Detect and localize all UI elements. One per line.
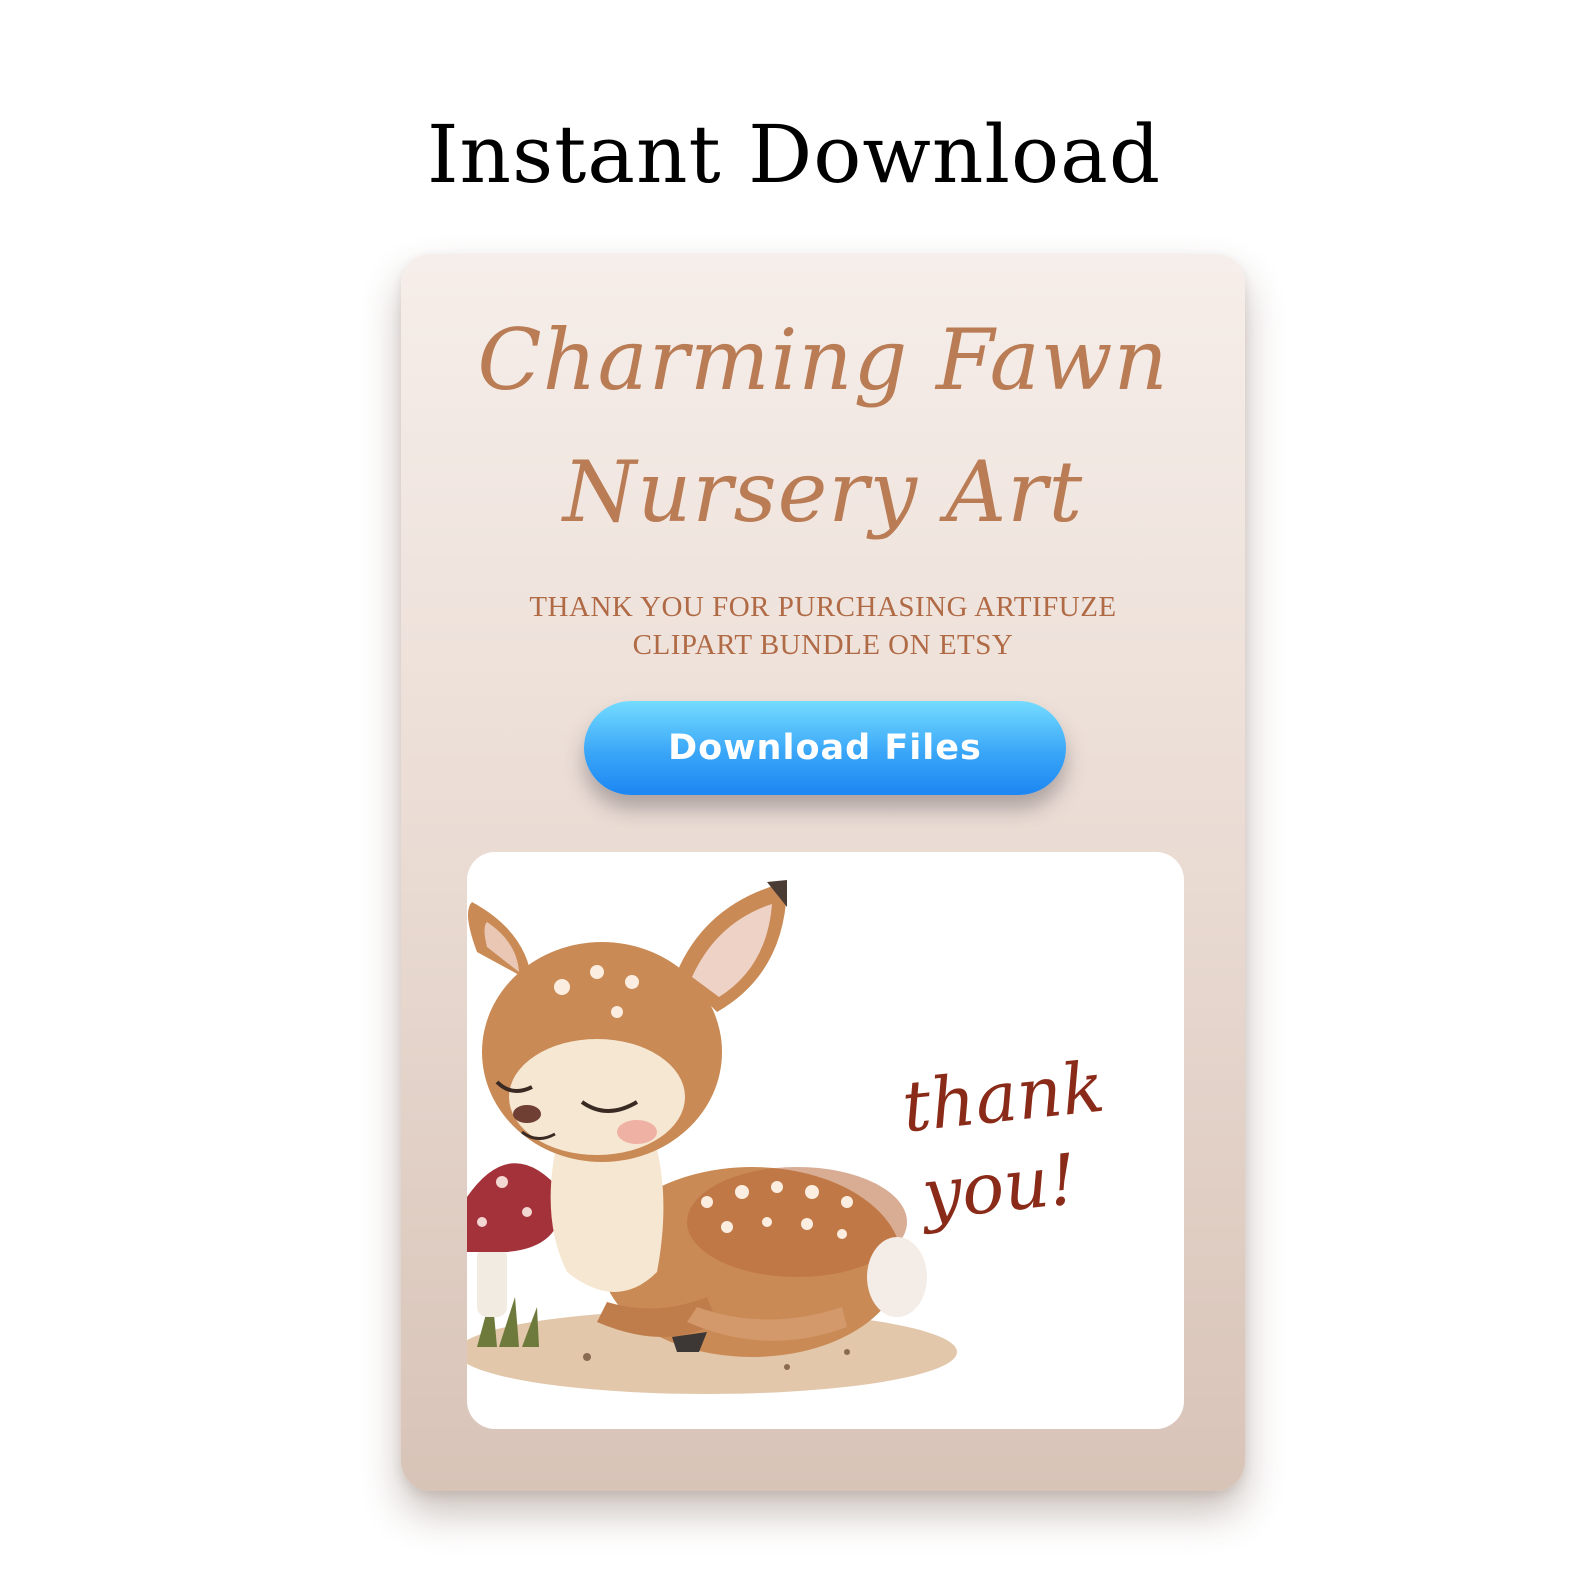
fawn-spot — [805, 1185, 819, 1199]
fawn-spot — [721, 1221, 733, 1233]
fawn-spot — [701, 1196, 713, 1208]
mushroom-stem — [477, 1247, 507, 1317]
ground-pebble — [583, 1353, 591, 1361]
fawn-blush — [617, 1120, 657, 1144]
fawn-tail — [867, 1237, 927, 1317]
thank-you-message-line-1: THANK YOU FOR PURCHASING ARTIFUZE — [529, 591, 1117, 623]
download-files-button[interactable]: Download Files — [584, 701, 1066, 795]
page-heading: Instant Download — [426, 108, 1162, 201]
card-title-line-1: Charming Fawn — [477, 311, 1169, 409]
page: Instant Download Charming Fawn Nursery A… — [0, 0, 1588, 1588]
illustration-panel: thank you! — [467, 852, 1184, 1429]
card-title-line-2: Nursery Art — [562, 443, 1084, 541]
fawn-head-spot — [590, 965, 604, 979]
thank-you-script-line-1: thank — [898, 1045, 1109, 1149]
fawn-illustration — [467, 880, 957, 1394]
fawn-spot — [762, 1217, 772, 1227]
thank-you-script-line-2: you! — [918, 1138, 1081, 1236]
fawn-spot — [801, 1218, 813, 1230]
mushroom-spot — [522, 1207, 532, 1217]
fawn-spot — [841, 1196, 853, 1208]
fawn-head-spot — [611, 1006, 623, 1018]
fawn-spot — [771, 1181, 783, 1193]
fawn-spot — [735, 1185, 749, 1199]
download-card: Charming Fawn Nursery Art THANK YOU FOR … — [401, 254, 1245, 1491]
download-files-label: Download Files — [668, 728, 982, 768]
ground-pebble — [844, 1349, 850, 1355]
thank-you-message-line-2: CLIPART BUNDLE ON ETSY — [632, 629, 1014, 661]
fawn-spot — [837, 1229, 847, 1239]
fawn-head-spot — [625, 975, 639, 989]
mushroom-spot — [496, 1176, 508, 1188]
fawn-head-spot — [554, 979, 570, 995]
mushroom-cap — [467, 1163, 563, 1252]
mushroom-spot — [477, 1217, 487, 1227]
fawn-nose — [513, 1105, 541, 1123]
ground-pebble — [784, 1364, 790, 1370]
